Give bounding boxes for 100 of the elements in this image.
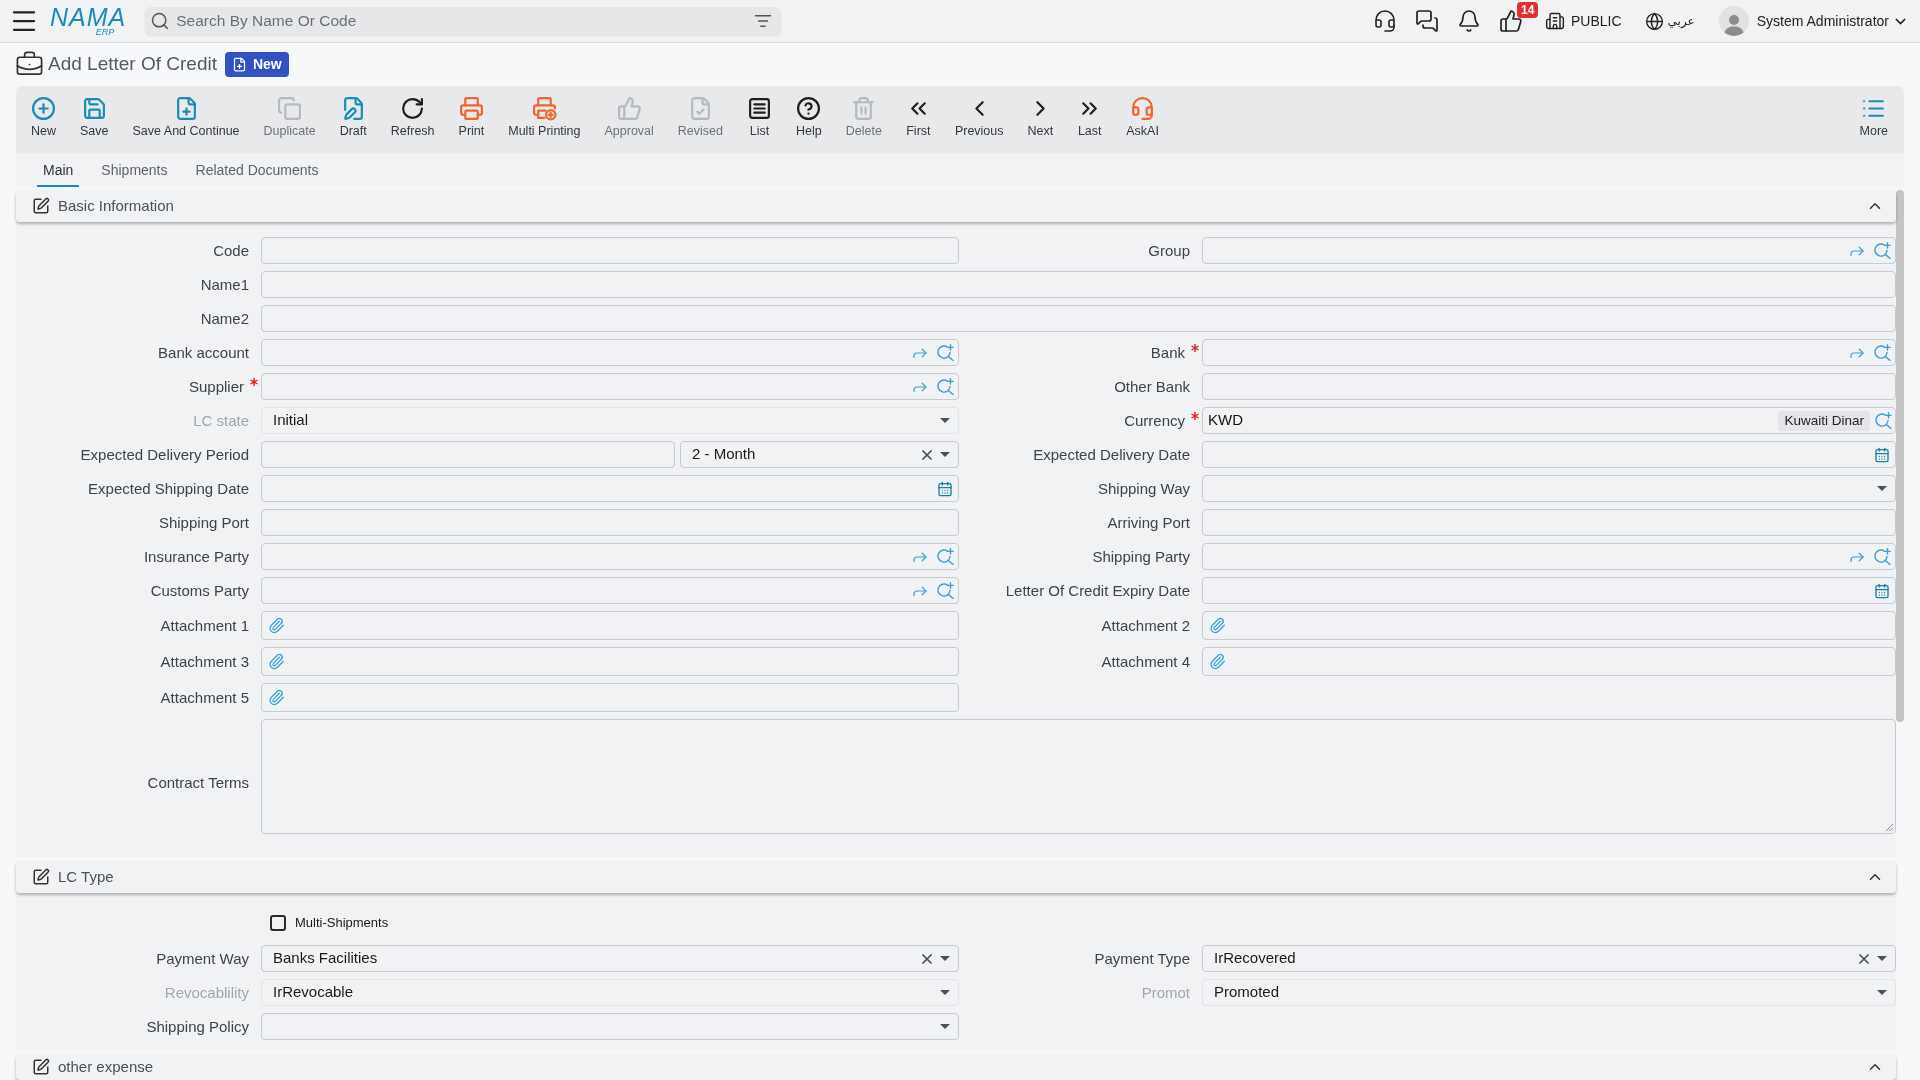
caret-down-icon[interactable] [940,956,950,961]
toolbar-button[interactable]: Draft [327,86,379,153]
field-label: Attachment 3 [160,652,249,671]
headset-icon[interactable] [1373,9,1398,33]
lookup-field[interactable]: KWD Kuwaiti Dinar [1202,407,1896,434]
edit-icon [32,197,50,215]
paperclip-icon[interactable] [268,653,285,670]
magnifier-plus-icon[interactable] [937,378,954,395]
trash-icon [851,96,877,121]
field-label: Shipping Way [1098,479,1190,498]
tab[interactable]: Shipments [95,153,174,187]
textarea-field[interactable] [261,719,1896,834]
resize-handle-icon[interactable] [1885,823,1893,831]
lookup-field[interactable] [261,577,959,604]
status-label: New [252,55,282,74]
toolbar-button[interactable]: First [893,86,943,153]
paperclip-icon[interactable] [268,689,285,706]
section-title: other expense [58,1058,154,1076]
filter-icon[interactable] [754,12,773,30]
toolbar-button[interactable]: AskAI [1114,86,1171,153]
required-icon [1191,412,1199,420]
toolbar-button[interactable]: Multi Printing [496,86,593,153]
paperclip-icon[interactable] [268,617,285,634]
lookup-field[interactable] [261,543,959,570]
toolbar-button[interactable]: Last [1065,86,1115,153]
field-label: Attachment 1 [160,616,249,635]
tab[interactable]: Related Documents [189,153,325,187]
field-label: Code [213,241,249,260]
input-field[interactable] [1202,373,1896,400]
chat-icon[interactable] [1415,9,1440,33]
bell-icon[interactable] [1457,9,1482,33]
caret-down-icon[interactable] [940,1024,950,1029]
calendar-icon[interactable] [937,480,953,497]
select-field[interactable] [261,1013,959,1040]
field-label: Letter Of Credit Expiry Date [1005,581,1190,600]
field-label: Insurance Party [143,547,249,566]
search-icon[interactable] [150,11,171,31]
input-field[interactable] [1202,509,1896,536]
attachment-field[interactable] [1202,647,1896,676]
toolbar-button[interactable]: Next [1015,86,1066,153]
input-field[interactable] [261,237,959,264]
toolbar-button[interactable]: Save And Continue [120,86,252,153]
calendar-icon[interactable] [1874,582,1890,599]
magnifier-plus-icon[interactable] [937,548,954,565]
paperclip-icon[interactable] [1209,653,1226,670]
date-field[interactable] [261,475,959,502]
field-label: Bank [1150,343,1185,362]
select-field[interactable]: Banks Facilities [261,945,959,972]
calendar-icon[interactable] [1874,446,1890,463]
toolbar-button[interactable]: List [735,86,784,153]
lookup-field[interactable] [261,339,959,366]
lookup-field[interactable] [261,373,959,400]
count-badge: 14 [1517,2,1539,18]
input-field[interactable] [261,509,959,536]
select-field[interactable]: 2 - Month [680,441,959,468]
file-plus-icon [231,57,247,72]
date-field[interactable] [1202,441,1896,468]
checkbox[interactable] [270,915,286,931]
lookup-field[interactable] [1202,237,1896,264]
toolbar-button[interactable]: New [19,86,68,153]
select-field[interactable] [1202,475,1896,502]
input-field[interactable] [261,271,1896,298]
magnifier-plus-icon[interactable] [1875,412,1892,429]
field-label: LC state [193,411,249,430]
user-menu[interactable]: System Administrator [1718,6,1909,36]
magnifier-plus-icon[interactable] [1874,344,1891,361]
tab[interactable]: Main [37,153,80,187]
lookup-field[interactable] [1202,543,1896,570]
checkbox-label: Multi-Shipments [295,914,389,933]
attachment-field[interactable] [261,611,959,640]
caret-down-icon[interactable] [1877,956,1887,961]
section-title: Basic Information [58,197,174,215]
attachment-field[interactable] [261,683,959,712]
attachment-field[interactable] [1202,611,1896,640]
language-switcher[interactable]: عربي [1644,11,1695,31]
paperclip-icon[interactable] [1209,617,1226,634]
magnifier-plus-icon[interactable] [1874,242,1891,259]
field-label: Currency [1124,411,1185,430]
toolbar-button[interactable]: Previous [942,86,1016,153]
magnifier-plus-icon[interactable] [937,582,954,599]
select-field[interactable]: IrRecovered [1202,945,1896,972]
company-switcher[interactable]: PUBLIC [1545,10,1622,32]
edit-icon [32,868,50,886]
date-field[interactable] [1202,577,1896,604]
toolbar-button[interactable]: Help [784,86,834,153]
magnifier-plus-icon[interactable] [937,344,954,361]
toolbar-button[interactable]: Save [68,86,121,153]
lookup-field[interactable] [1202,339,1896,366]
input-field[interactable] [261,441,675,468]
field-label: Attachment 2 [1101,616,1190,635]
caret-down-icon[interactable] [940,452,950,457]
scrollbar-thumb[interactable] [1896,190,1904,722]
toolbar-button[interactable]: More [1847,86,1900,153]
toolbar-button[interactable]: Print [446,86,497,153]
attachment-field[interactable] [261,647,959,676]
toolbar-button[interactable]: Refresh [378,86,447,153]
caret-down-icon[interactable] [1877,486,1887,491]
edit-icon [32,1058,50,1076]
input-field[interactable] [261,305,1896,332]
magnifier-plus-icon[interactable] [1874,548,1891,565]
